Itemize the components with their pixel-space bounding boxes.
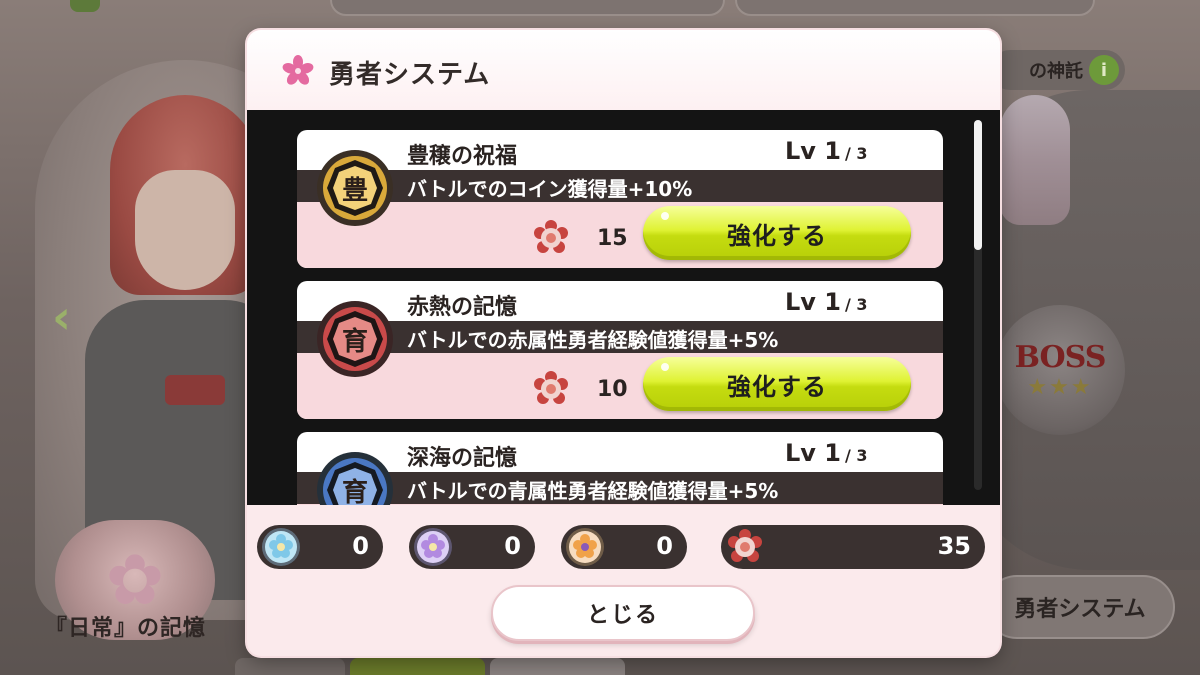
medal-count: 0 (656, 532, 673, 560)
hero-system-dialog: 勇者システム 豊 豊穣の祝福 Lv 1/ 3 バトルでのコイン獲得量+10% 1… (247, 30, 1000, 656)
top-status-pill-1 (330, 0, 725, 16)
level-max: / 3 (845, 144, 868, 163)
skill-level: Lv 1/ 3 (785, 137, 868, 165)
medal-counter: 0 (257, 525, 383, 569)
sakura-icon (282, 55, 314, 85)
close-button[interactable]: とじる (491, 585, 755, 641)
boss-stage-button[interactable]: BOSS ★★★ (995, 305, 1125, 435)
upgrade-cost: 10 (597, 377, 628, 402)
oracle-label: の神託 (1029, 61, 1083, 82)
medal-inventory-bar: 0 0 0 35 (257, 515, 990, 575)
upgrade-cost: 15 (597, 226, 628, 251)
level-current: Lv 1 (785, 439, 841, 467)
skill-description: バトルでの青属性勇者経験値獲得量+5% (407, 479, 779, 503)
red-flower-medal-icon (728, 529, 762, 562)
hero-system-button[interactable]: 勇者システム (985, 575, 1175, 639)
oracle-button[interactable]: の神託 i (990, 50, 1125, 90)
character-face (135, 170, 235, 290)
skill-name: 赤熱の記憶 (407, 295, 518, 320)
boss-label: BOSS (1014, 340, 1107, 375)
memory-button-label: 『日常』の記憶 (45, 616, 207, 641)
skill-card: 育 深海の記憶 Lv 1/ 3 バトルでの青属性勇者経験値獲得量+5% (297, 432, 943, 505)
bottom-tab-1[interactable] (235, 658, 345, 675)
bottom-tab-2[interactable] (350, 658, 485, 675)
skill-level: Lv 1/ 3 (785, 288, 868, 316)
skill-list[interactable]: 豊 豊穣の祝福 Lv 1/ 3 バトルでのコイン獲得量+10% 15 強化する … (247, 110, 1000, 505)
orange-flower-medal-icon (566, 528, 604, 566)
skill-name: 深海の記憶 (407, 446, 518, 471)
level-current: Lv 1 (785, 288, 841, 316)
level-max: / 3 (845, 446, 868, 465)
top-green-badge (70, 0, 100, 12)
medal-counter: 0 (409, 525, 535, 569)
skill-description: バトルでのコイン獲得量+10% (407, 177, 693, 201)
medal-count: 0 (504, 532, 521, 560)
medal-count: 35 (937, 532, 971, 560)
skill-name: 豊穣の祝福 (407, 144, 518, 169)
medal-counter: 35 (721, 525, 985, 569)
boss-stars: ★★★ (1027, 375, 1093, 400)
scrollbar[interactable] (974, 120, 982, 490)
top-status-pill-2 (735, 0, 1095, 16)
skill-card: 育 赤熱の記憶 Lv 1/ 3 バトルでの赤属性勇者経験値獲得量+5% 10 強… (297, 281, 943, 419)
dialog-title: 勇者システム (329, 60, 491, 90)
emblem-character: 育 (341, 477, 368, 506)
emblem-character: 育 (341, 326, 368, 357)
dialog-header: 勇者システム (247, 30, 1000, 110)
skill-card: 豊 豊穣の祝福 Lv 1/ 3 バトルでのコイン獲得量+10% 15 強化する (297, 130, 943, 268)
character-bow (165, 375, 225, 405)
purple-flower-medal-icon (414, 528, 452, 566)
scrollbar-thumb[interactable] (974, 120, 982, 250)
blue-flower-medal-icon (262, 528, 300, 566)
upgrade-button[interactable]: 強化する (643, 206, 911, 260)
red-flower-medal-icon (534, 371, 568, 404)
level-max: / 3 (845, 295, 868, 314)
sakura-icon: ✿ (105, 539, 165, 621)
skill-description: バトルでの赤属性勇者経験値獲得量+5% (407, 328, 779, 352)
chevron-left-icon[interactable]: ‹ (52, 290, 71, 344)
chibi-character (1000, 95, 1070, 225)
skill-level: Lv 1/ 3 (785, 439, 868, 467)
medal-count: 0 (352, 532, 369, 560)
level-current: Lv 1 (785, 137, 841, 165)
upgrade-button[interactable]: 強化する (643, 357, 911, 411)
info-icon: i (1089, 55, 1119, 85)
bottom-tab-3[interactable] (490, 658, 625, 675)
medal-counter: 0 (561, 525, 687, 569)
red-flower-medal-icon (534, 220, 568, 253)
emblem-character: 豊 (341, 175, 368, 206)
